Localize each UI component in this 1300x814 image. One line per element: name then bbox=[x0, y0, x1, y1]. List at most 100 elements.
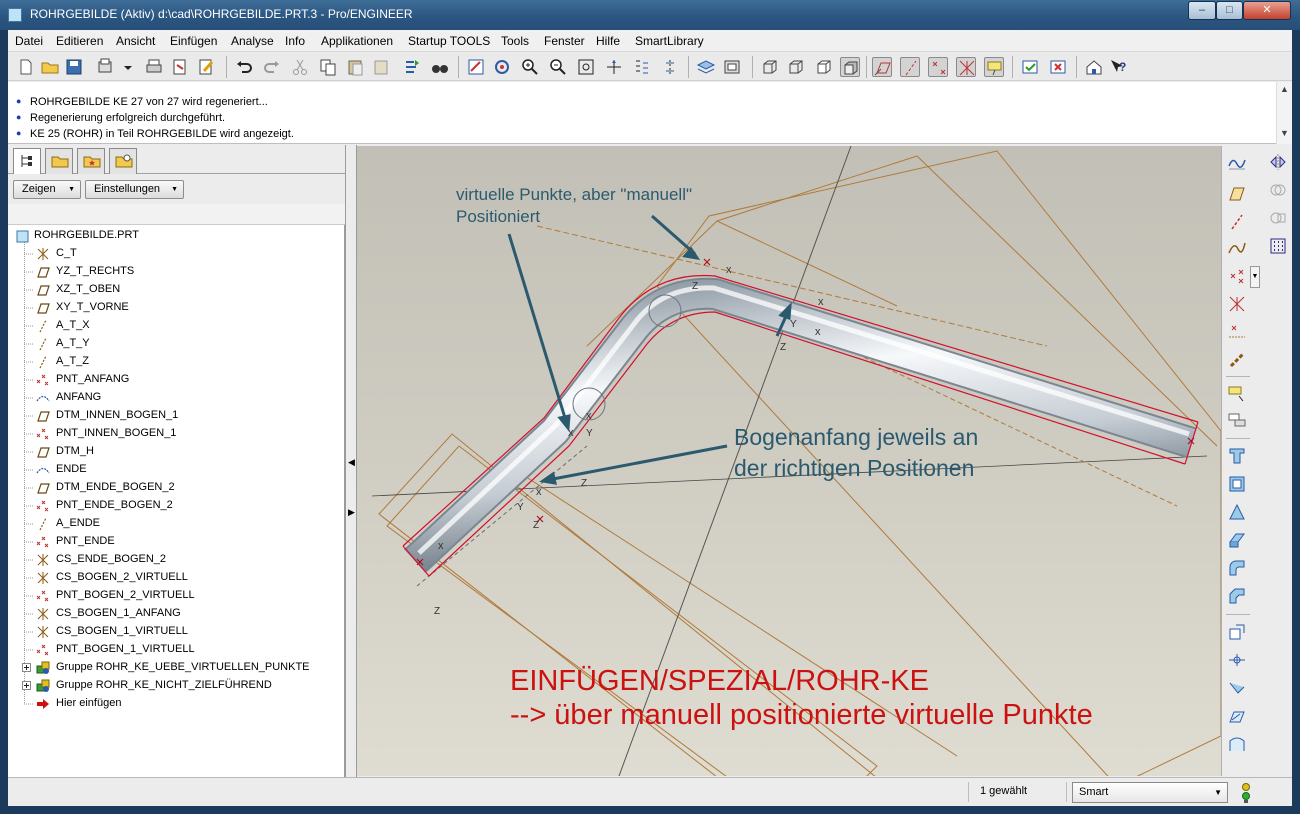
annotation-toggle-icon[interactable] bbox=[984, 57, 1004, 77]
paste-icon[interactable] bbox=[346, 57, 366, 77]
menu-editieren[interactable]: Editieren bbox=[56, 34, 103, 48]
menu-hilfe[interactable]: Hilfe bbox=[596, 34, 620, 48]
wireframe-icon[interactable] bbox=[760, 57, 780, 77]
hole-tool-icon[interactable] bbox=[1227, 622, 1247, 642]
boundary-blend-icon[interactable] bbox=[1227, 734, 1247, 754]
save-icon[interactable] bbox=[64, 57, 84, 77]
copy-icon[interactable] bbox=[318, 57, 338, 77]
menu-applikationen[interactable]: Applikationen bbox=[321, 34, 393, 48]
expand-plus-icon[interactable] bbox=[22, 681, 31, 690]
csys-tool-icon[interactable] bbox=[1227, 294, 1247, 314]
csys-toggle-icon[interactable] bbox=[956, 57, 976, 77]
chain-tool-icon[interactable] bbox=[1227, 350, 1247, 370]
refit-icon[interactable] bbox=[576, 57, 596, 77]
find-binoculars-icon[interactable] bbox=[430, 57, 450, 77]
chamfer-tool-icon[interactable] bbox=[1227, 586, 1247, 606]
merge-tool-icon[interactable] bbox=[1268, 180, 1288, 200]
datum-curve-tool-icon[interactable] bbox=[1227, 238, 1247, 258]
open-folder-icon[interactable] bbox=[40, 57, 60, 77]
menu-tools[interactable]: Tools bbox=[501, 34, 529, 48]
tab-folder-browser[interactable] bbox=[45, 148, 73, 174]
collapse-left-arrow-icon[interactable]: ◀ bbox=[348, 457, 355, 468]
context-help-icon[interactable]: ? bbox=[1108, 57, 1128, 77]
menu-startup-tools[interactable]: Startup TOOLS bbox=[408, 34, 490, 48]
tab-connections[interactable] bbox=[109, 148, 137, 174]
new-file-icon[interactable] bbox=[16, 57, 36, 77]
datum-axis-tool-icon[interactable] bbox=[1227, 212, 1247, 232]
analysis-tool-icon[interactable] bbox=[1227, 322, 1247, 342]
datum-point-icon bbox=[36, 644, 49, 656]
close-button[interactable]: ✕ bbox=[1243, 1, 1291, 20]
menu-datei[interactable]: Datei bbox=[15, 34, 43, 48]
sketch-tool-icon[interactable] bbox=[1227, 152, 1247, 172]
axis-mark: Z bbox=[581, 478, 588, 489]
datum-plane-tool-icon[interactable] bbox=[1227, 184, 1247, 204]
shading-icon[interactable] bbox=[840, 57, 860, 77]
sweep-tool-icon[interactable] bbox=[1227, 502, 1247, 522]
extrude-tool-icon[interactable] bbox=[1227, 446, 1247, 466]
tab-favorites[interactable] bbox=[77, 148, 105, 174]
show-dropdown[interactable]: Zeigen bbox=[13, 180, 81, 199]
minimize-button[interactable]: – bbox=[1188, 1, 1216, 20]
tree-header bbox=[8, 204, 345, 225]
selection-filter-dropdown[interactable]: Smart bbox=[1072, 782, 1228, 803]
accept-changes-icon[interactable] bbox=[1020, 57, 1040, 77]
pattern-tool-icon[interactable] bbox=[1268, 236, 1288, 256]
zoom-out-icon[interactable] bbox=[548, 57, 568, 77]
redefine-icon[interactable] bbox=[402, 57, 422, 77]
reorient-icon[interactable] bbox=[604, 57, 624, 77]
spin-center-icon[interactable] bbox=[492, 57, 512, 77]
menu-smartlibrary[interactable]: SmartLibrary bbox=[635, 34, 704, 48]
maximize-button[interactable]: □ bbox=[1216, 1, 1243, 20]
scroll-up-arrow-icon[interactable]: ▲ bbox=[1280, 84, 1289, 94]
expand-plus-icon[interactable] bbox=[22, 663, 31, 672]
no-hidden-icon[interactable] bbox=[814, 57, 834, 77]
expand-right-arrow-icon[interactable]: ▶ bbox=[348, 507, 355, 518]
datum-planes-toggle-icon[interactable] bbox=[872, 57, 892, 77]
print-icon[interactable] bbox=[144, 57, 164, 77]
graphics-window[interactable]: x x x x x x x Z Z Z Z Z Y Y Y virtuelle … bbox=[357, 146, 1221, 776]
message-scrollbar[interactable]: ▲ ▼ bbox=[1276, 82, 1292, 144]
home-icon[interactable] bbox=[1084, 57, 1104, 77]
layers-icon[interactable] bbox=[696, 57, 716, 77]
menu-info[interactable]: Info bbox=[285, 34, 305, 48]
menu-einfuegen[interactable]: Einfügen bbox=[170, 34, 217, 48]
datum-points-toggle-icon[interactable] bbox=[928, 57, 948, 77]
datum-point-tool-icon[interactable] bbox=[1227, 266, 1247, 286]
paste-special-icon[interactable] bbox=[372, 57, 392, 77]
settings-dropdown[interactable]: Einstellungen bbox=[85, 180, 184, 199]
trim-tool-icon[interactable] bbox=[1268, 208, 1288, 228]
annotation-feature-icon[interactable] bbox=[1227, 384, 1247, 404]
zoom-in-icon[interactable] bbox=[520, 57, 540, 77]
menu-fenster[interactable]: Fenster bbox=[544, 34, 585, 48]
shell-tool-icon[interactable] bbox=[1227, 650, 1247, 670]
blend-tool-icon[interactable] bbox=[1227, 530, 1247, 550]
repaint-icon[interactable] bbox=[466, 57, 486, 77]
close-window-icon[interactable] bbox=[1048, 57, 1068, 77]
menu-ansicht[interactable]: Ansicht bbox=[116, 34, 155, 48]
saved-views-icon[interactable] bbox=[632, 57, 652, 77]
hidden-line-icon[interactable] bbox=[786, 57, 806, 77]
view-manager-icon[interactable] bbox=[660, 57, 680, 77]
csys-icon bbox=[37, 608, 49, 620]
send-to-printer-icon[interactable] bbox=[96, 57, 116, 77]
edit-definition-icon[interactable] bbox=[196, 57, 216, 77]
tab-model-tree[interactable] bbox=[13, 148, 41, 175]
undo-icon[interactable] bbox=[234, 57, 254, 77]
round-tool-icon[interactable] bbox=[1227, 558, 1247, 578]
panel-sash[interactable]: ◀ ▶ bbox=[345, 145, 357, 777]
copy-geometry-icon[interactable] bbox=[1227, 410, 1247, 430]
redo-icon[interactable] bbox=[262, 57, 282, 77]
cut-icon[interactable] bbox=[290, 57, 310, 77]
draft-tool-icon[interactable] bbox=[1227, 706, 1247, 726]
rib-tool-icon[interactable] bbox=[1227, 678, 1247, 698]
mirror-tool-icon[interactable] bbox=[1268, 152, 1288, 172]
menu-analyse[interactable]: Analyse bbox=[231, 34, 274, 48]
view-model-icon[interactable] bbox=[722, 57, 742, 77]
point-tool-flyout-arrow-icon[interactable]: ▼ bbox=[1250, 266, 1260, 288]
scroll-down-arrow-icon[interactable]: ▼ bbox=[1280, 128, 1289, 138]
regenerate-icon[interactable] bbox=[170, 57, 190, 77]
datum-axes-toggle-icon[interactable] bbox=[900, 57, 920, 77]
dropdown-arrow-icon[interactable] bbox=[118, 57, 132, 77]
revolve-tool-icon[interactable] bbox=[1227, 474, 1247, 494]
